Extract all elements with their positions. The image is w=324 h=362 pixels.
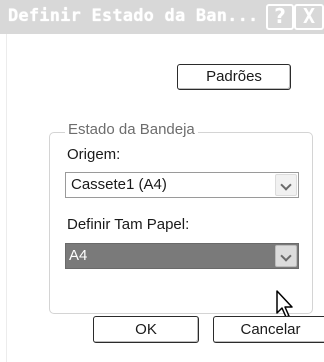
chevron-down-icon[interactable] — [275, 245, 297, 267]
cancel-button[interactable]: Cancelar — [213, 316, 324, 343]
window-title: Definir Estado da Ban... — [8, 6, 259, 26]
origin-dropdown[interactable]: Cassete1 (A4) — [65, 172, 299, 198]
origin-value: Cassete1 (A4) — [71, 176, 167, 193]
defaults-button[interactable]: Padrões — [177, 64, 291, 90]
help-button[interactable]: ? — [266, 4, 294, 30]
close-button[interactable]: X — [294, 4, 324, 30]
ok-button[interactable]: OK — [93, 316, 199, 343]
papersize-dropdown[interactable]: A4 — [65, 243, 299, 269]
group-label: Estado da Bandeja — [65, 121, 198, 138]
chevron-down-icon[interactable] — [275, 174, 297, 196]
papersize-value: A4 — [69, 247, 88, 264]
title-bar[interactable]: Definir Estado da Ban... ? X — [0, 0, 324, 34]
dialog-body: Padrões Estado da Bandeja Origem: Casset… — [6, 34, 324, 362]
papersize-label: Definir Tam Papel: — [67, 216, 190, 233]
origin-label: Origem: — [67, 146, 121, 163]
